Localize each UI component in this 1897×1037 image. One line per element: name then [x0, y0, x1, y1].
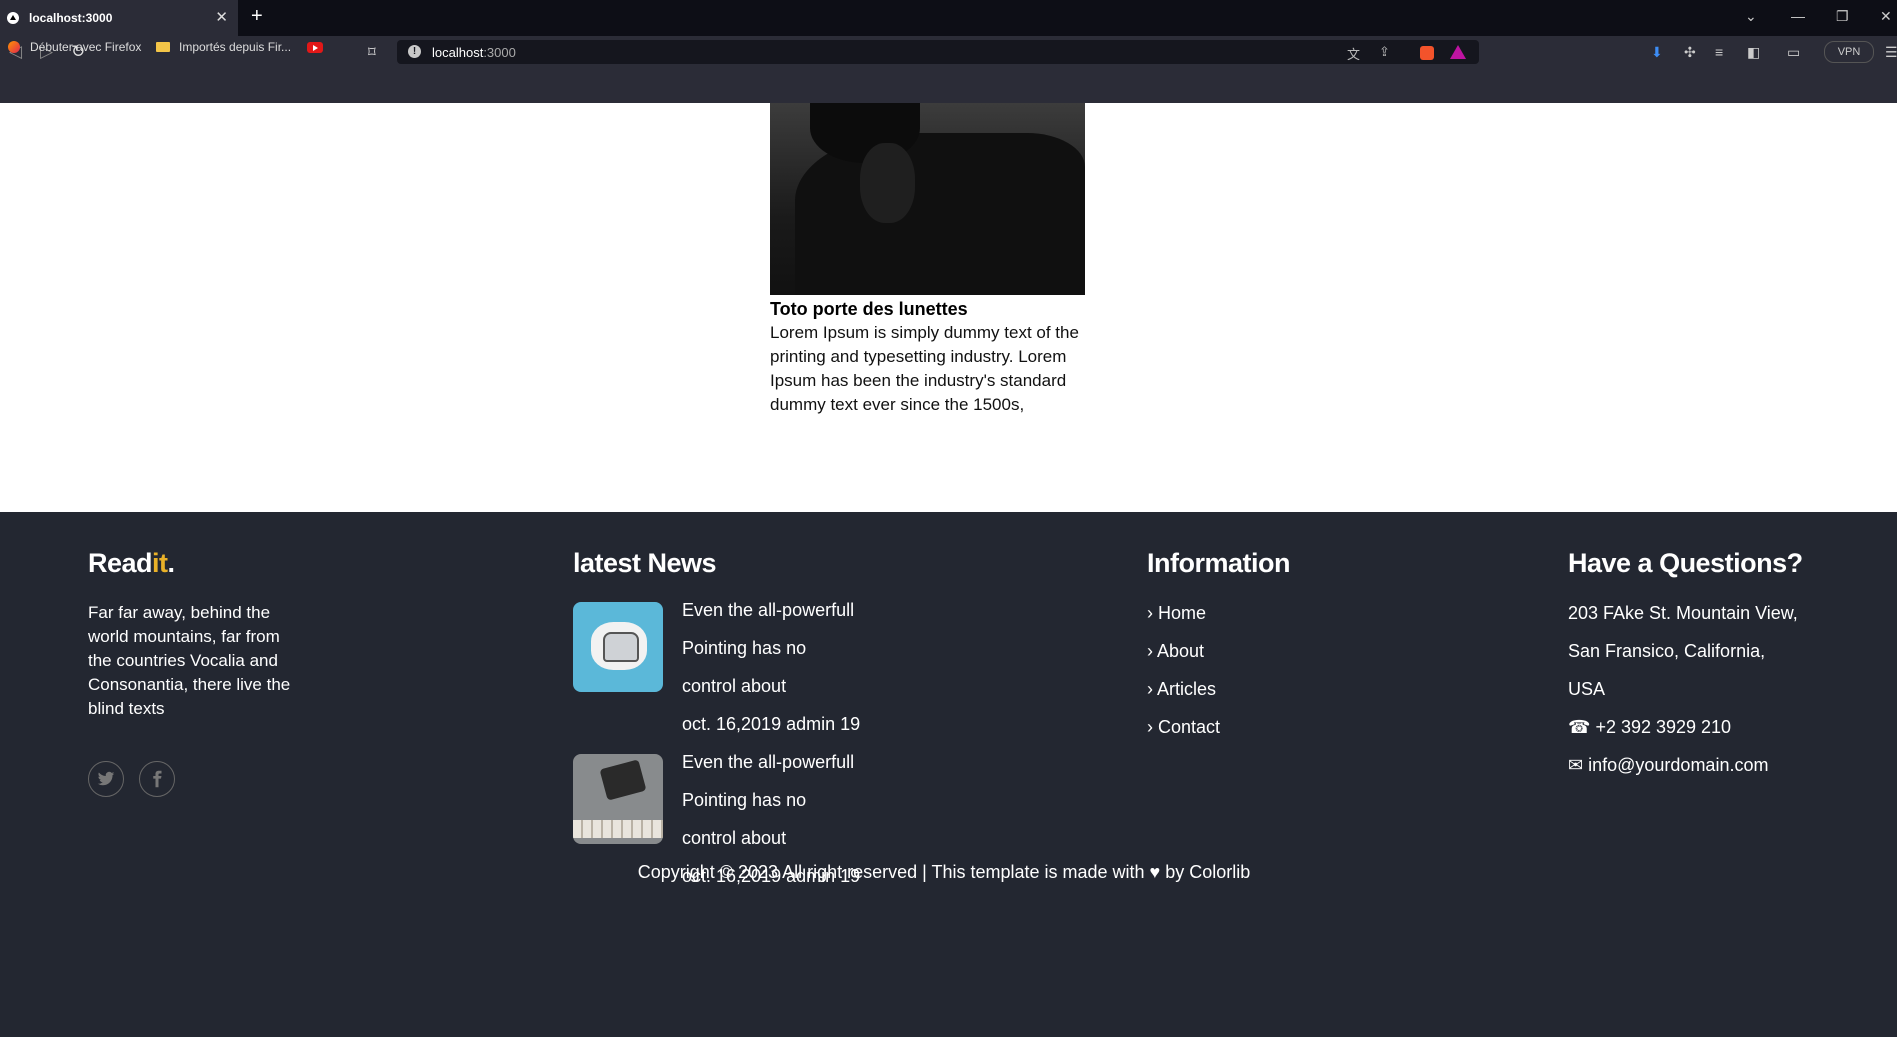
share-icon[interactable]: ⇪: [1379, 44, 1390, 60]
address-bar[interactable]: ! localhost:3000 文 ⇪: [397, 40, 1479, 64]
brave-rewards-icon[interactable]: [1450, 45, 1466, 59]
tab-list-icon[interactable]: ⌄: [1745, 8, 1757, 25]
bookmark-firefox[interactable]: Débuter avec Firefox: [30, 40, 141, 54]
footer-link-about[interactable]: › About: [1147, 641, 1204, 662]
phone-icon: ☎: [1568, 717, 1591, 737]
news-thumbnail[interactable]: [573, 754, 663, 844]
twitter-button[interactable]: [88, 761, 124, 797]
questions-heading: Have a Questions?: [1568, 548, 1803, 578]
twitter-icon: [97, 771, 115, 786]
chevron-right-icon: ›: [1147, 641, 1153, 661]
playlist-icon[interactable]: ≡: [1715, 44, 1723, 60]
address-line: USA: [1568, 679, 1606, 699]
tab-bar: localhost:3000 ✕ + ⌄ — ❐ ✕: [0, 0, 1897, 36]
news-thumbnail[interactable]: [573, 602, 663, 692]
footer-link-contact[interactable]: › Contact: [1147, 717, 1220, 738]
article-image: [770, 103, 1085, 295]
site-info-icon[interactable]: !: [408, 45, 421, 58]
article-title: Toto porte des lunettes: [770, 299, 968, 319]
email-link[interactable]: ✉ info@yourdomain.com: [1568, 755, 1768, 776]
sidebar-icon[interactable]: ◧: [1747, 44, 1760, 61]
tab-favicon-icon: [7, 12, 19, 24]
phone-link[interactable]: ☎ +2 392 3929 210: [1568, 717, 1731, 738]
footer-link-articles[interactable]: › Articles: [1147, 679, 1216, 700]
translate-icon[interactable]: 文: [1347, 44, 1360, 63]
news-item[interactable]: Even the all-powerfull Pointing has no c…: [682, 591, 912, 743]
restore-icon[interactable]: ❐: [1836, 8, 1849, 25]
firefox-icon: [8, 41, 20, 53]
address-line: San Fransico, California,: [1568, 641, 1766, 661]
youtube-icon[interactable]: [307, 42, 323, 53]
information-heading: Information: [1147, 548, 1291, 578]
footer-logo[interactable]: Readit.: [88, 548, 175, 579]
chevron-right-icon: ›: [1147, 717, 1153, 737]
footer-link-home[interactable]: › Home: [1147, 603, 1206, 624]
footer-about-text: Far far away, behind the world mountains…: [88, 603, 291, 718]
page-content: Toto porte des lunettes Lorem Ipsum is s…: [0, 103, 1897, 512]
footer: Readit. Far far away, behind the world m…: [0, 512, 1897, 1037]
bookmark-imported[interactable]: Importés depuis Fir...: [179, 40, 291, 54]
minimize-icon[interactable]: —: [1791, 8, 1805, 24]
url-text: localhost:3000: [432, 45, 516, 60]
folder-icon: [156, 42, 170, 52]
chevron-right-icon: ›: [1147, 679, 1153, 699]
chevron-right-icon: ›: [1147, 603, 1153, 623]
news-heading: latest News: [573, 548, 717, 578]
new-tab-icon[interactable]: +: [251, 6, 263, 26]
mail-icon: ✉: [1568, 755, 1584, 775]
article-text: Lorem Ipsum is simply dummy text of the …: [770, 323, 1079, 414]
brave-shields-icon[interactable]: [1420, 46, 1434, 60]
tab-title: localhost:3000: [29, 11, 113, 25]
menu-icon[interactable]: ☰: [1885, 44, 1897, 61]
bookmark-icon[interactable]: ⌑: [368, 43, 376, 61]
copyright-text: Copyright © 2023 All right reserved | Th…: [637, 862, 1251, 882]
close-tab-icon[interactable]: ✕: [215, 8, 228, 26]
extensions-icon[interactable]: ✣: [1684, 44, 1696, 61]
news-meta: oct. 16,2019 admin 19: [682, 714, 861, 734]
window-close-icon[interactable]: ✕: [1880, 8, 1892, 25]
browser-tab[interactable]: localhost:3000 ✕: [0, 0, 238, 36]
download-icon[interactable]: ⬇: [1651, 44, 1663, 61]
facebook-button[interactable]: [139, 761, 175, 797]
vpn-button[interactable]: VPN: [1824, 41, 1874, 63]
facebook-icon: [153, 770, 162, 788]
wallet-icon[interactable]: ▭: [1787, 44, 1800, 61]
address-line: 203 FAke St. Mountain View,: [1568, 603, 1798, 623]
